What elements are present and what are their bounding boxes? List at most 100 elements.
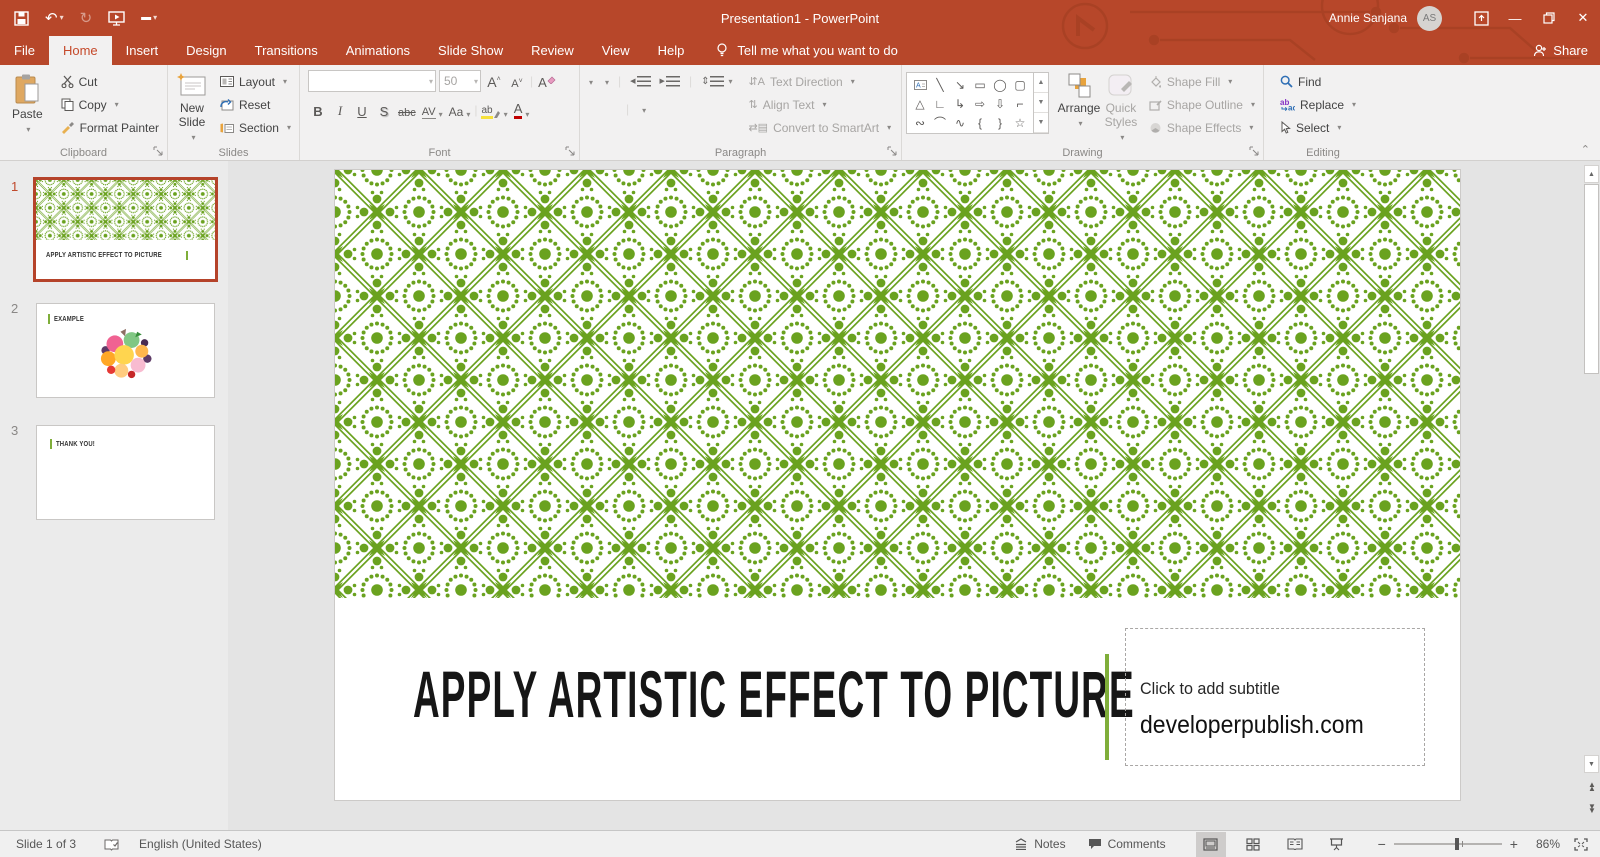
share-button[interactable]: Share bbox=[1533, 36, 1588, 65]
save-button[interactable] bbox=[14, 10, 29, 26]
undo-button[interactable]: ↶ ▾ bbox=[45, 11, 64, 26]
columns-button[interactable] bbox=[639, 102, 646, 116]
bullets-button[interactable] bbox=[586, 74, 593, 88]
section-button[interactable]: Section bbox=[216, 116, 295, 139]
collapse-ribbon-button[interactable]: ⌃ bbox=[1581, 143, 1590, 156]
copy-button[interactable]: Copy bbox=[57, 93, 163, 116]
shrink-font-button[interactable]: A ˅ bbox=[507, 70, 527, 92]
shape-fill-button[interactable]: Shape Fill bbox=[1145, 70, 1259, 93]
tab-review[interactable]: Review bbox=[517, 36, 588, 65]
shape-effects-button[interactable]: Shape Effects bbox=[1145, 116, 1259, 139]
scroll-up-button[interactable]: ▲ bbox=[1584, 165, 1599, 183]
zoom-level[interactable]: 86% bbox=[1536, 837, 1560, 851]
tab-animations[interactable]: Animations bbox=[332, 36, 424, 65]
layout-button[interactable]: Layout bbox=[216, 70, 295, 93]
italic-button[interactable]: I bbox=[330, 99, 350, 121]
green-pattern-image[interactable] bbox=[335, 170, 1460, 598]
cut-button[interactable]: Cut bbox=[57, 70, 163, 93]
shape-oval[interactable]: ◯ bbox=[990, 75, 1010, 94]
close-button[interactable]: ✕ bbox=[1566, 0, 1600, 36]
new-slide-button[interactable]: New Slide bbox=[172, 70, 212, 144]
underline-button[interactable]: U bbox=[352, 99, 372, 121]
bold-button[interactable]: B bbox=[308, 99, 328, 121]
text-direction-button[interactable]: ⇵A Text Direction bbox=[744, 70, 895, 93]
next-slide-button[interactable]: ▼ ▼ bbox=[1585, 803, 1599, 815]
tab-file[interactable]: File bbox=[0, 36, 49, 65]
shape-down-arrow[interactable]: ⇩ bbox=[990, 94, 1010, 113]
subtitle-prompt[interactable]: Click to add subtitle bbox=[1140, 679, 1280, 699]
user-name[interactable]: Annie Sanjana bbox=[1329, 11, 1407, 25]
paragraph-dialog-launcher[interactable] bbox=[887, 146, 898, 157]
font-dialog-launcher[interactable] bbox=[565, 146, 576, 157]
clipboard-dialog-launcher[interactable] bbox=[153, 146, 164, 157]
shapes-gallery-more[interactable]: ▼ bbox=[1034, 113, 1048, 133]
undo-dropdown-arrow[interactable]: ▾ bbox=[60, 14, 64, 22]
text-shadow-button[interactable]: S bbox=[374, 99, 394, 121]
font-name-combobox[interactable]: ▾ bbox=[308, 70, 436, 92]
paste-button[interactable]: Paste ▾ bbox=[4, 70, 51, 144]
shape-arc[interactable]: ⌒ bbox=[930, 113, 950, 132]
grow-font-button[interactable]: A ˄ bbox=[484, 70, 504, 92]
line-spacing-button[interactable]: ⇕ bbox=[701, 75, 732, 87]
tab-design[interactable]: Design bbox=[172, 36, 240, 65]
reset-button[interactable]: Reset bbox=[216, 93, 295, 116]
start-from-beginning-button[interactable] bbox=[108, 10, 125, 26]
current-slide[interactable]: APPLY ARTISTIC EFFECT TO PICTURE Click t… bbox=[335, 170, 1460, 800]
shape-line[interactable]: ╲ bbox=[930, 75, 950, 94]
customize-qat-button[interactable]: ▬ ▾ bbox=[141, 13, 157, 23]
subtitle-text[interactable]: developerpublish.com bbox=[1140, 711, 1364, 740]
slideshow-view-button[interactable] bbox=[1322, 832, 1352, 857]
character-spacing-button[interactable]: AV bbox=[420, 99, 445, 121]
ribbon-display-options-button[interactable] bbox=[1464, 0, 1498, 36]
slide-thumbnail-1[interactable]: APPLY ARTISTIC EFFECT TO PICTURE bbox=[33, 177, 218, 282]
reading-view-button[interactable] bbox=[1280, 832, 1310, 857]
spellcheck-button[interactable] bbox=[104, 838, 119, 851]
shapes-scroll-up[interactable]: ▲ bbox=[1034, 73, 1048, 93]
tab-transitions[interactable]: Transitions bbox=[241, 36, 332, 65]
strikethrough-button[interactable]: abc bbox=[396, 99, 418, 121]
slide-thumbnail-3[interactable]: THANK YOU! bbox=[36, 425, 215, 520]
tell-me-box[interactable]: Tell me what you want to do bbox=[716, 36, 898, 65]
tab-help[interactable]: Help bbox=[644, 36, 699, 65]
normal-view-button[interactable] bbox=[1195, 831, 1226, 857]
shape-rounded-rectangle[interactable]: ▢ bbox=[1010, 75, 1030, 94]
font-size-combobox[interactable]: 50 ▾ bbox=[439, 70, 481, 92]
numbering-button[interactable] bbox=[602, 74, 609, 88]
shape-rectangle[interactable]: ▭ bbox=[970, 75, 990, 94]
tab-view[interactable]: View bbox=[588, 36, 644, 65]
clear-formatting-button[interactable]: A bbox=[536, 70, 558, 92]
tab-insert[interactable]: Insert bbox=[112, 36, 173, 65]
slide-sorter-view-button[interactable] bbox=[1238, 832, 1268, 857]
zoom-slider[interactable] bbox=[1393, 838, 1502, 850]
change-case-button[interactable]: Aa bbox=[447, 99, 473, 121]
shape-outline-button[interactable]: Shape Outline bbox=[1145, 93, 1259, 116]
shape-curve[interactable]: ∿ bbox=[950, 113, 970, 132]
shape-elbow-connector[interactable]: ∟ bbox=[930, 94, 950, 113]
scrollbar-thumb[interactable] bbox=[1584, 184, 1599, 374]
slide-title-text[interactable]: APPLY ARTISTIC EFFECT TO PICTURE bbox=[413, 656, 1135, 732]
shape-star[interactable]: ☆ bbox=[1010, 113, 1030, 132]
increase-indent-button[interactable]: ▶ bbox=[660, 75, 680, 87]
shape-corner[interactable]: ⌐ bbox=[1010, 94, 1030, 113]
convert-smartart-button[interactable]: ⇄▤ Convert to SmartArt bbox=[744, 116, 895, 139]
user-avatar[interactable]: AS bbox=[1417, 5, 1442, 31]
zoom-out-button[interactable]: − bbox=[1378, 836, 1386, 852]
shape-arrow[interactable]: ↘ bbox=[950, 75, 970, 94]
select-button[interactable]: Select bbox=[1276, 116, 1360, 139]
slide-thumbnail-2[interactable]: EXAMPLE bbox=[36, 303, 215, 398]
redo-button[interactable]: ↻ bbox=[80, 11, 93, 26]
shape-elbow-arrow-connector[interactable]: ↳ bbox=[950, 94, 970, 113]
shape-right-arrow[interactable]: ⇨ bbox=[970, 94, 990, 113]
scroll-down-button[interactable]: ▼ bbox=[1584, 755, 1599, 773]
replace-button[interactable]: ab ac Replace bbox=[1276, 93, 1360, 116]
comments-button[interactable]: Comments bbox=[1088, 837, 1166, 851]
tab-home[interactable]: Home bbox=[48, 36, 112, 65]
arrange-button[interactable]: Arrange bbox=[1057, 70, 1101, 144]
format-painter-button[interactable]: Format Painter bbox=[57, 116, 163, 139]
shape-right-brace[interactable]: } bbox=[990, 113, 1010, 132]
notes-button[interactable]: Notes bbox=[1014, 837, 1066, 851]
shape-scribble[interactable]: ∾ bbox=[910, 113, 930, 132]
highlight-color-button[interactable]: ab bbox=[479, 99, 509, 121]
align-text-button[interactable]: ⇅ Align Text bbox=[744, 93, 895, 116]
tab-slideshow[interactable]: Slide Show bbox=[424, 36, 517, 65]
